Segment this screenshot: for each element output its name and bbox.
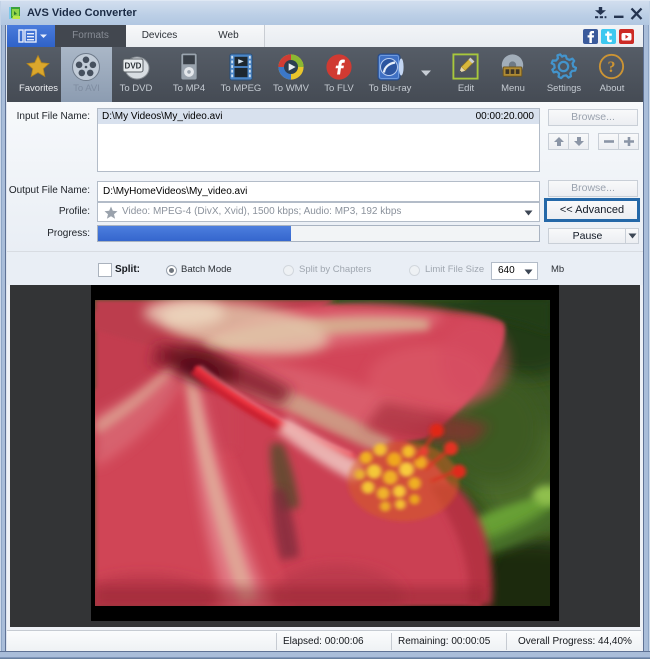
svg-text:?: ? [608, 59, 616, 76]
svg-text:DVD: DVD [125, 62, 142, 71]
